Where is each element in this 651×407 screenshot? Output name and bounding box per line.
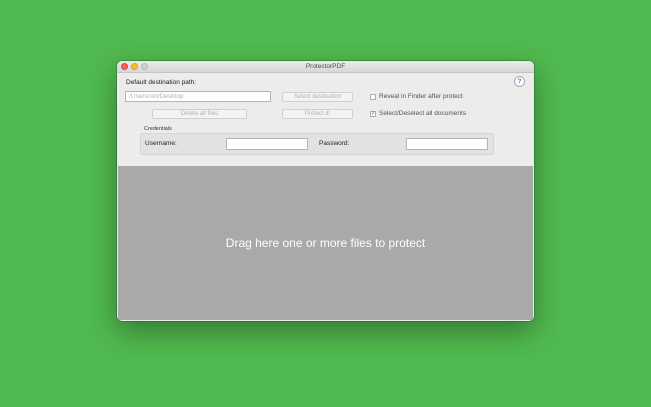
username-field[interactable]: [226, 138, 308, 150]
file-drop-zone[interactable]: Drag here one or more files to protect: [118, 166, 533, 320]
credentials-group-label: Credentials: [144, 126, 172, 132]
destination-path-field[interactable]: [125, 91, 271, 102]
window-title: ProtectorPDF: [305, 63, 346, 70]
password-label: Password:: [319, 140, 350, 147]
drop-zone-text: Drag here one or more files to protect: [225, 236, 426, 250]
destination-label: Default destination path:: [126, 79, 197, 86]
delete-all-files-button[interactable]: Delete all files: [152, 109, 247, 119]
help-icon[interactable]: ?: [514, 76, 525, 87]
select-all-checkbox[interactable]: ✓: [370, 110, 376, 117]
credentials-group: Username: Password:: [140, 133, 494, 155]
select-destination-button[interactable]: Select destination: [282, 92, 353, 102]
app-window: ProtectorPDF ? Default destination path:…: [117, 61, 534, 321]
select-all-option[interactable]: ✓ Select/Deselect all documents: [370, 110, 466, 117]
select-all-label: Select/Deselect all documents: [379, 110, 467, 117]
reveal-label: Reveal in Finder after protect: [379, 93, 463, 100]
username-label: Username:: [145, 140, 177, 147]
protect-button[interactable]: Protect it!: [282, 109, 353, 119]
password-field[interactable]: [406, 138, 488, 150]
reveal-checkbox[interactable]: [370, 93, 376, 100]
reveal-in-finder-option[interactable]: Reveal in Finder after protect: [370, 93, 463, 100]
title-bar[interactable]: ProtectorPDF: [117, 61, 534, 73]
